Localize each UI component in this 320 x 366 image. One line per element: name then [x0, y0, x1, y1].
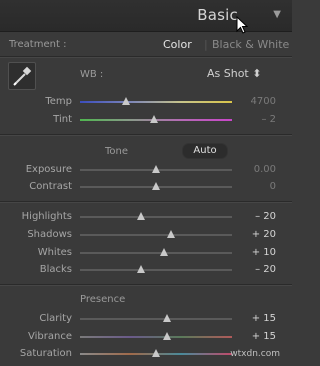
vibrance-value[interactable]: + 15 — [252, 331, 276, 342]
wb-dropdown[interactable]: As Shot ⬍ — [207, 67, 261, 80]
shadows-slider-thumb[interactable] — [167, 230, 176, 238]
mouse-pointer-icon — [236, 16, 248, 34]
shadows-slider[interactable] — [80, 230, 232, 238]
presence-title: Presence — [80, 294, 126, 305]
watermark: wtxdn.com — [230, 349, 280, 359]
temp-value[interactable]: 4700 — [251, 96, 276, 107]
clarity-slider-row: Clarity + 15 — [0, 312, 292, 327]
temp-label: Temp — [45, 96, 72, 107]
exposure-slider[interactable] — [80, 165, 232, 173]
eyedropper-button[interactable] — [8, 62, 36, 90]
vibrance-label: Vibrance — [28, 331, 72, 342]
collapse-triangle-icon[interactable]: ▼ — [273, 9, 281, 20]
saturation-slider-thumb[interactable] — [152, 349, 160, 357]
highlights-slider[interactable] — [80, 212, 232, 220]
blacks-slider[interactable] — [80, 265, 232, 273]
divider — [0, 201, 292, 203]
blacks-slider-thumb[interactable] — [136, 265, 145, 273]
blacks-value[interactable]: – 20 — [255, 264, 276, 275]
divider — [0, 56, 292, 58]
exposure-label: Exposure — [25, 164, 72, 175]
shadows-label: Shadows — [27, 229, 72, 240]
whites-slider-thumb[interactable] — [159, 248, 168, 256]
contrast-slider-thumb[interactable] — [152, 182, 160, 190]
vibrance-slider-row: Vibrance + 15 — [0, 330, 292, 345]
tint-slider-row: Tint – 2 — [0, 113, 292, 128]
saturation-label: Saturation — [19, 348, 72, 359]
tint-value[interactable]: – 2 — [261, 114, 276, 125]
whites-label: Whites — [37, 247, 72, 258]
highlights-label: Highlights — [21, 211, 72, 222]
blacks-label: Blacks — [39, 264, 72, 275]
tint-slider-thumb[interactable] — [150, 115, 159, 123]
eyedropper-icon — [13, 66, 32, 86]
divider — [0, 284, 292, 286]
exposure-slider-row: Exposure 0.00 — [0, 163, 292, 178]
shadows-value[interactable]: + 20 — [252, 229, 276, 240]
highlights-value[interactable]: – 20 — [255, 211, 276, 222]
temp-slider-thumb[interactable] — [121, 97, 130, 105]
contrast-label: Contrast — [29, 181, 72, 192]
tint-slider[interactable] — [80, 115, 232, 123]
updown-chevron-icon: ⬍ — [252, 67, 262, 80]
highlights-slider-thumb[interactable] — [136, 212, 145, 220]
wb-label: WB : — [80, 69, 104, 80]
contrast-value[interactable]: 0 — [270, 181, 276, 192]
saturation-slider[interactable] — [80, 349, 232, 357]
treatment-row: Treatment : Color | Black & White — [0, 33, 292, 55]
exposure-slider-thumb[interactable] — [152, 165, 160, 173]
highlights-slider-row: Highlights – 20 — [0, 210, 292, 225]
temp-slider[interactable] — [80, 97, 232, 105]
panel-title: Basic — [197, 6, 238, 24]
vibrance-slider[interactable] — [80, 332, 232, 340]
shadows-slider-row: Shadows + 20 — [0, 228, 292, 243]
temp-slider-row: Temp 4700 — [0, 95, 292, 110]
clarity-slider[interactable] — [80, 314, 232, 322]
tone-title: Tone — [105, 146, 129, 157]
wb-value: As Shot — [207, 67, 249, 80]
contrast-slider-row: Contrast 0 — [0, 180, 292, 195]
whites-value[interactable]: + 10 — [252, 247, 276, 258]
whites-slider[interactable] — [80, 248, 232, 256]
whites-slider-row: Whites + 10 — [0, 246, 292, 261]
clarity-label: Clarity — [39, 313, 72, 324]
treatment-separator: | — [204, 38, 208, 51]
treatment-color-option[interactable]: Color — [163, 38, 192, 51]
exposure-value[interactable]: 0.00 — [254, 164, 276, 175]
divider — [0, 134, 292, 136]
treatment-label: Treatment : — [9, 39, 67, 50]
tint-label: Tint — [53, 114, 72, 125]
panel-header[interactable]: Basic ▼ — [0, 0, 292, 32]
treatment-bw-option[interactable]: Black & White — [212, 38, 289, 51]
auto-tone-button[interactable]: Auto — [182, 143, 228, 159]
contrast-slider[interactable] — [80, 182, 232, 190]
clarity-value[interactable]: + 15 — [252, 313, 276, 324]
blacks-slider-row: Blacks – 20 — [0, 263, 292, 278]
clarity-slider-thumb[interactable] — [163, 314, 172, 322]
vibrance-slider-thumb[interactable] — [163, 332, 172, 340]
